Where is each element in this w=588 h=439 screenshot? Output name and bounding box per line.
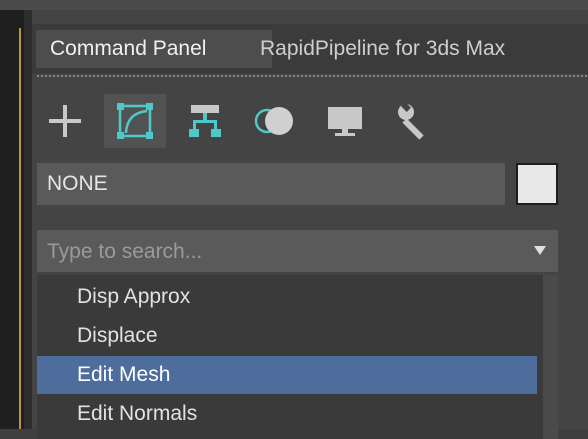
list-item-displace[interactable]: Displace [37,317,537,355]
sphere-icon [254,107,293,135]
motion-tab-button[interactable] [244,94,306,148]
object-name-field[interactable]: NONE [37,163,505,205]
hierarchy-icon [189,105,221,137]
modifier-search-input[interactable] [37,230,529,274]
chevron-down-icon[interactable] [534,246,546,255]
modify-tab-button[interactable] [104,94,166,148]
tab-command-panel[interactable]: Command Panel [36,30,272,68]
wrench-icon [398,102,424,140]
display-tab-button[interactable] [314,94,376,148]
title-strip [0,0,588,10]
hierarchy-tab-button[interactable] [174,94,236,148]
bent-curve-icon [117,103,153,139]
object-color-swatch[interactable] [516,163,558,205]
tab-rapidpipeline[interactable]: RapidPipeline for 3ds Max [246,30,519,68]
list-item-edit-mesh[interactable]: Edit Mesh [37,356,537,394]
command-panel: Command Panel RapidPipeline for 3ds Max [32,10,588,439]
command-panel-toolbar [32,90,588,152]
panel-divider[interactable] [24,10,32,429]
display-icon [328,107,362,136]
list-item-edit-normals[interactable]: Edit Normals [37,395,537,433]
plus-icon [49,105,81,137]
modifier-list-dropdown[interactable] [37,230,558,274]
utilities-tab-button[interactable] [384,94,446,148]
viewport-edge[interactable] [0,10,24,429]
list-scrollbar[interactable] [543,275,558,439]
list-item-disp-approx[interactable]: Disp Approx [37,278,537,316]
tab-bar: Command Panel RapidPipeline for 3ds Max [32,24,588,74]
create-tab-button[interactable] [34,94,96,148]
modifier-list: Disp Approx Displace Edit Mesh Edit Norm… [37,275,558,439]
tab-drag-handle[interactable] [36,74,588,79]
